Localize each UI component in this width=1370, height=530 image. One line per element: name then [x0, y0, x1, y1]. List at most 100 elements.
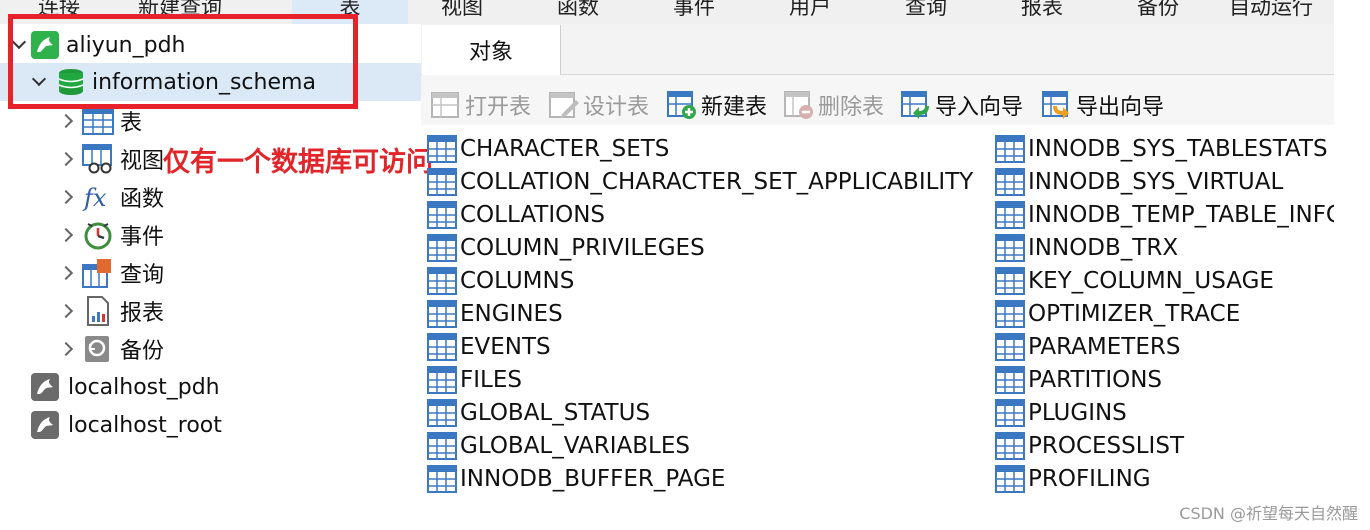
tree-node-label: 查询 [120, 263, 165, 288]
open-table-icon [431, 92, 459, 118]
table-icon [995, 267, 1025, 295]
delete-table-button[interactable]: 删除表 [783, 90, 884, 120]
open-table-button[interactable]: 打开表 [430, 90, 531, 120]
toolbar-function-button[interactable]: 函数 [557, 0, 599, 21]
table-list-item[interactable]: INNODB_SYS_TABLESTATS [995, 134, 1334, 164]
toolbar-automation-button[interactable]: 自动运行 [1229, 0, 1313, 21]
open-table-label: 打开表 [465, 95, 532, 120]
table-icon [427, 168, 457, 196]
tree-node-label: 函数 [120, 187, 165, 212]
table-list-item[interactable]: OPTIMIZER_TRACE [995, 299, 1334, 329]
table-name: EVENTS [460, 334, 551, 360]
table-list-item[interactable]: COLLATION_CHARACTER_SET_APPLICABILITY [427, 167, 992, 197]
tree-node-backups[interactable]: 备份 [58, 330, 164, 368]
table-list-item[interactable]: INNODB_BUFFER_PAGE [427, 464, 992, 494]
new-table-icon [667, 91, 696, 119]
delete-table-icon [784, 91, 813, 119]
table-name: OPTIMIZER_TRACE [1028, 301, 1241, 327]
export-wizard-button[interactable]: 导出向导 [1041, 90, 1164, 120]
new-table-button[interactable]: 新建表 [666, 90, 767, 120]
chevron-right-icon[interactable] [58, 188, 76, 206]
table-icon [995, 333, 1025, 361]
table-name: COLUMNS [460, 268, 575, 294]
table-list-item[interactable]: INNODB_SYS_VIRTUAL [995, 167, 1334, 197]
table-name: PARAMETERS [1028, 334, 1181, 360]
query-icon [82, 259, 111, 288]
design-table-label: 设计表 [583, 95, 650, 120]
tab-objects[interactable]: 对象 [422, 25, 561, 75]
table-icon [995, 234, 1025, 262]
chevron-right-icon[interactable] [58, 150, 76, 168]
table-list-item[interactable]: PROCESSLIST [995, 431, 1334, 461]
table-list-item[interactable]: COLLATIONS [427, 200, 992, 230]
table-icon [995, 432, 1025, 460]
table-list-item[interactable]: PARAMETERS [995, 332, 1334, 362]
table-name: COLLATION_CHARACTER_SET_APPLICABILITY [460, 169, 974, 195]
table-name: PLUGINS [1028, 400, 1127, 426]
export-wizard-icon [1042, 91, 1069, 119]
table-list-item[interactable]: INNODB_TRX [995, 233, 1334, 263]
table-list-item[interactable]: FILES [427, 365, 992, 395]
table-name: INNODB_SYS_TABLESTATS [1028, 136, 1328, 162]
import-wizard-button[interactable]: 导入向导 [900, 90, 1023, 120]
annotation-note: 仅有一个数据库可访问 [163, 147, 433, 178]
table-list-item[interactable]: COLUMN_PRIVILEGES [427, 233, 992, 263]
table-icon [427, 399, 457, 427]
chevron-right-icon[interactable] [58, 302, 76, 320]
dolphin-icon [31, 411, 59, 439]
table-name: CHARACTER_SETS [460, 136, 670, 162]
tree-node-reports[interactable]: 报表 [58, 292, 164, 330]
tree-node-label: 备份 [120, 339, 165, 364]
table-list-item[interactable]: PLUGINS [995, 398, 1334, 428]
import-wizard-label: 导入向导 [935, 95, 1024, 120]
toolbar-query-button[interactable]: 查询 [905, 0, 947, 21]
table-list-item[interactable]: PARTITIONS [995, 365, 1334, 395]
chevron-right-icon[interactable] [58, 112, 76, 130]
toolbar-view-button[interactable]: 视图 [441, 0, 483, 21]
table-icon [82, 107, 114, 135]
delete-table-label: 删除表 [818, 95, 885, 120]
import-wizard-icon [901, 91, 929, 119]
tree-node-views[interactable]: 视图 [58, 140, 164, 178]
toolbar-event-button[interactable]: 事件 [673, 0, 715, 21]
toolbar-user-button[interactable]: 用户 [789, 0, 831, 21]
design-table-button[interactable]: 设计表 [548, 90, 649, 120]
table-name: KEY_COLUMN_USAGE [1028, 268, 1274, 294]
table-list-item[interactable]: KEY_COLUMN_USAGE [995, 266, 1334, 296]
table-name: GLOBAL_VARIABLES [460, 433, 690, 459]
table-list-item[interactable]: EVENTS [427, 332, 992, 362]
tree-node-events[interactable]: 事件 [58, 216, 164, 254]
function-icon: fx [82, 184, 107, 212]
connection-localhost-pdh[interactable]: localhost_pdh [30, 368, 220, 406]
toolbar-report-button[interactable]: 报表 [1021, 0, 1063, 21]
toolbar-backup-button[interactable]: 备份 [1137, 0, 1179, 21]
table-list-item[interactable]: CHARACTER_SETS [427, 134, 992, 164]
tree-node-label: 报表 [120, 301, 165, 326]
table-name: GLOBAL_STATUS [460, 400, 651, 426]
view-icon [82, 144, 112, 174]
tree-node-queries[interactable]: 查询 [58, 254, 164, 292]
table-icon [427, 135, 457, 163]
table-icon [427, 234, 457, 262]
tree-node-label: 视图 [120, 149, 165, 174]
table-list-item[interactable]: COLUMNS [427, 266, 992, 296]
table-list-item[interactable]: INNODB_TEMP_TABLE_INFO [995, 200, 1334, 230]
table-name: INNODB_TEMP_TABLE_INFO [1028, 202, 1334, 228]
connection-localhost-root[interactable]: localhost_root [30, 406, 222, 444]
table-list-item[interactable]: GLOBAL_VARIABLES [427, 431, 992, 461]
chevron-right-icon[interactable] [58, 226, 76, 244]
table-icon [427, 432, 457, 460]
table-list-item[interactable]: ENGINES [427, 299, 992, 329]
new-table-label: 新建表 [701, 95, 768, 120]
export-wizard-label: 导出向导 [1076, 95, 1165, 120]
connection-name: localhost_pdh [68, 374, 220, 400]
table-icon [995, 366, 1025, 394]
table-icon [427, 333, 457, 361]
table-list-item[interactable]: GLOBAL_STATUS [427, 398, 992, 428]
chevron-right-icon[interactable] [58, 340, 76, 358]
tree-node-functions[interactable]: fx 函数 [58, 178, 164, 216]
chevron-right-icon[interactable] [58, 264, 76, 282]
table-list-item[interactable]: PROFILING [995, 464, 1334, 494]
table-name: INNODB_TRX [1028, 235, 1179, 261]
backup-icon [85, 336, 109, 362]
